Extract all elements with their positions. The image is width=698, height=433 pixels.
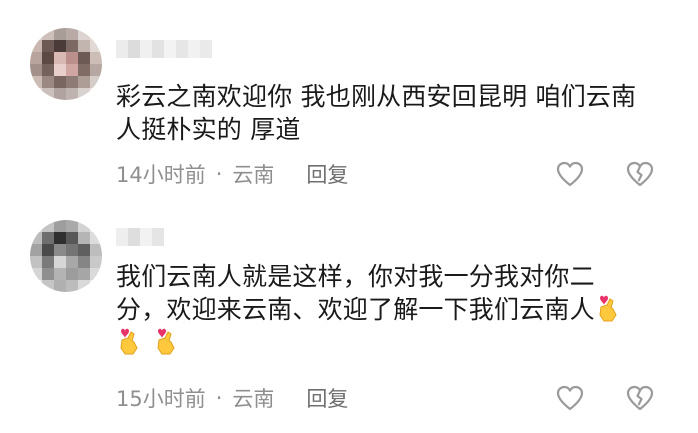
finger-heart-emoji-icon <box>595 293 620 323</box>
timestamp: 14小时前 <box>116 163 206 187</box>
comment-1: 彩云之南欢迎你 我也刚从西安回昆明 咱们云南 人挺朴实的 厚道 14小时前 · … <box>0 0 698 200</box>
comment-meta: 14小时前 · 云南 回复 <box>116 160 348 188</box>
username-obscured[interactable] <box>116 40 212 58</box>
comment-2: 我们云南人就是这样，你对我一分我对你二 分，欢迎来云南、欢迎了解一下我们云南人 … <box>0 200 698 433</box>
avatar[interactable] <box>30 220 102 292</box>
comment-text: 我们云南人就是这样，你对我一分我对你二 分，欢迎来云南、欢迎了解一下我们云南人 <box>116 260 661 359</box>
meta-separator: · <box>215 162 223 186</box>
avatar[interactable] <box>30 28 102 100</box>
location: 云南 <box>232 163 275 187</box>
dislike-broken-heart-icon[interactable] <box>626 161 654 187</box>
timestamp: 15小时前 <box>116 387 206 411</box>
like-heart-icon[interactable] <box>556 161 584 187</box>
reply-button[interactable]: 回复 <box>306 383 348 413</box>
reply-button[interactable]: 回复 <box>306 159 348 189</box>
comment-meta: 15小时前 · 云南 回复 <box>116 384 348 412</box>
comment-text-line-1: 我们云南人就是这样，你对我一分我对你二 <box>116 262 595 291</box>
like-heart-icon[interactable] <box>556 385 584 411</box>
meta-separator: · <box>215 386 223 410</box>
finger-heart-emoji-icon <box>153 326 178 356</box>
comment-text-line-1: 彩云之南欢迎你 我也刚从西安回昆明 咱们云南 <box>116 82 637 111</box>
finger-heart-emoji-icon <box>116 326 141 356</box>
comment-text-line-2: 分，欢迎来云南、欢迎了解一下我们云南人 <box>116 295 595 324</box>
location: 云南 <box>232 387 275 411</box>
comment-text: 彩云之南欢迎你 我也刚从西安回昆明 咱们云南 人挺朴实的 厚道 <box>116 80 661 146</box>
username-obscured[interactable] <box>116 228 164 246</box>
comment-text-line-2: 人挺朴实的 厚道 <box>116 115 301 144</box>
dislike-broken-heart-icon[interactable] <box>626 385 654 411</box>
